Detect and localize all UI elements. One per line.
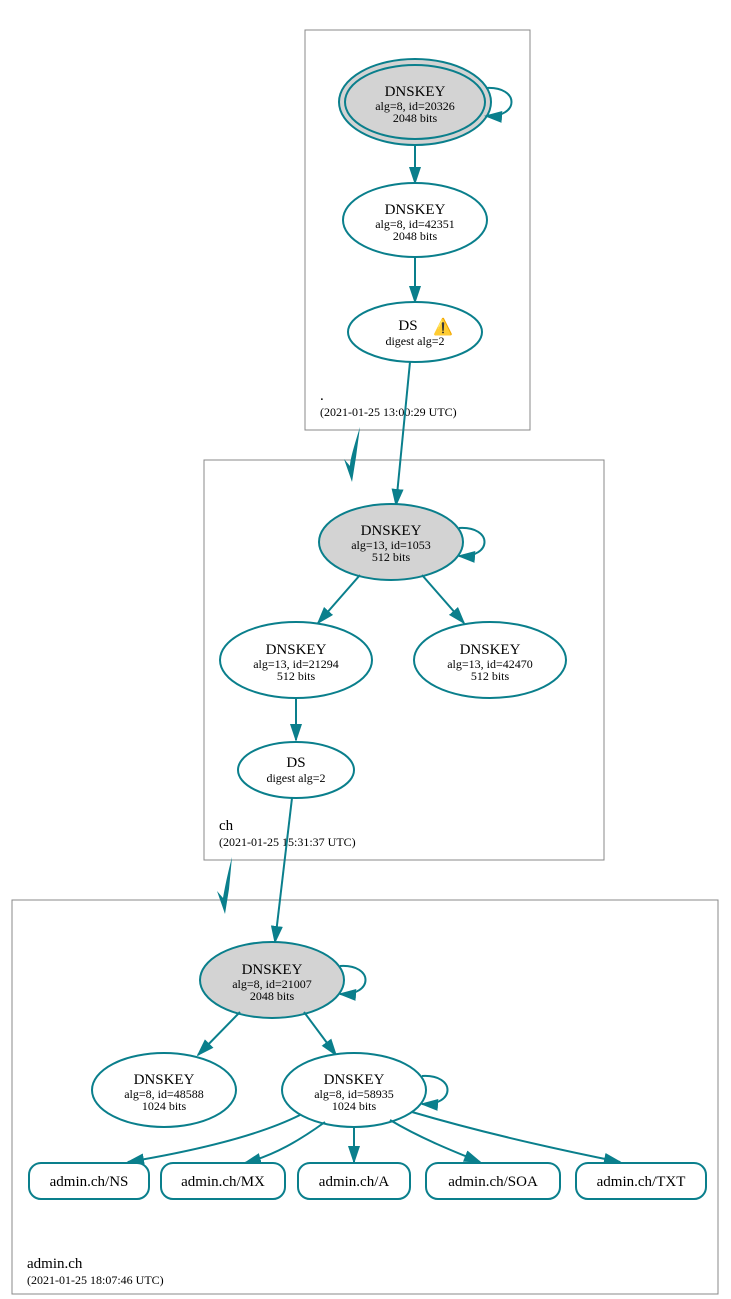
rrset-soa: admin.ch/SOA (426, 1163, 560, 1199)
svg-text:admin.ch/SOA: admin.ch/SOA (448, 1174, 538, 1190)
node-admin-ksk: DNSKEY alg=8, id=21007 2048 bits (200, 942, 344, 1018)
svg-text:admin.ch/NS: admin.ch/NS (50, 1174, 129, 1190)
edge-ch-to-admin-thick (217, 857, 232, 914)
svg-text:512 bits: 512 bits (471, 669, 510, 683)
svg-text:DNSKEY: DNSKEY (385, 84, 446, 100)
edge-admin-ksk-zsk2 (304, 1012, 336, 1055)
rrset-txt: admin.ch/TXT (576, 1163, 706, 1199)
rrset-ns: admin.ch/NS (29, 1163, 149, 1199)
zone-root-ts: (2021-01-25 13:00:29 UTC) (320, 405, 457, 419)
node-root-ds: DS ⚠️ digest alg=2 (348, 302, 482, 362)
edge-admin-ksk-zsk1 (198, 1012, 240, 1055)
zone-admin-name: admin.ch (27, 1256, 83, 1272)
svg-text:digest alg=2: digest alg=2 (266, 771, 325, 785)
svg-text:DNSKEY: DNSKEY (134, 1072, 195, 1088)
rrset-a: admin.ch/A (298, 1163, 410, 1199)
svg-text:1024 bits: 1024 bits (142, 1099, 187, 1113)
svg-text:DNSKEY: DNSKEY (361, 523, 422, 539)
svg-text:DNSKEY: DNSKEY (324, 1072, 385, 1088)
svg-text:2048 bits: 2048 bits (393, 229, 438, 243)
edge-root-ds-ch-ksk (396, 362, 410, 505)
rrset-mx: admin.ch/MX (161, 1163, 285, 1199)
zone-ch-name: ch (219, 818, 234, 834)
svg-text:DNSKEY: DNSKEY (242, 962, 303, 978)
node-ch-ds: DS digest alg=2 (238, 742, 354, 798)
svg-text:DS: DS (398, 318, 417, 334)
edge-ch-ksk-zsk1 (318, 575, 360, 623)
node-ch-ksk: DNSKEY alg=13, id=1053 512 bits (319, 504, 463, 580)
edge-ch-ksk-zsk2 (422, 575, 464, 623)
svg-text:2048 bits: 2048 bits (250, 989, 295, 1003)
svg-text:admin.ch/TXT: admin.ch/TXT (597, 1174, 686, 1190)
node-root-ksk: DNSKEY alg=8, id=20326 2048 bits (339, 59, 491, 145)
zone-root-name: . (320, 388, 324, 404)
svg-text:DNSKEY: DNSKEY (385, 202, 446, 218)
node-ch-zsk1: DNSKEY alg=13, id=21294 512 bits (220, 622, 372, 698)
edge-to-mx (245, 1122, 325, 1163)
svg-text:admin.ch/MX: admin.ch/MX (181, 1174, 265, 1190)
zone-admin-ts: (2021-01-25 18:07:46 UTC) (27, 1273, 164, 1287)
svg-text:DNSKEY: DNSKEY (266, 642, 327, 658)
node-admin-zsk1: DNSKEY alg=8, id=48588 1024 bits (92, 1053, 236, 1127)
svg-text:digest alg=2: digest alg=2 (385, 334, 444, 348)
svg-text:1024 bits: 1024 bits (332, 1099, 377, 1113)
svg-text:admin.ch/A: admin.ch/A (319, 1174, 390, 1190)
svg-text:512 bits: 512 bits (277, 669, 316, 683)
svg-text:DS: DS (286, 755, 305, 771)
node-ch-zsk2: DNSKEY alg=13, id=42470 512 bits (414, 622, 566, 698)
edge-to-txt (412, 1112, 620, 1162)
edge-ch-ds-admin-ksk (275, 798, 292, 942)
svg-text:DNSKEY: DNSKEY (460, 642, 521, 658)
edge-root-to-ch-thick (344, 427, 360, 482)
svg-text:512 bits: 512 bits (372, 550, 411, 564)
svg-text:2048 bits: 2048 bits (393, 111, 438, 125)
dnssec-diagram: . (2021-01-25 13:00:29 UTC) DNSKEY alg=8… (0, 0, 731, 1299)
node-root-zsk: DNSKEY alg=8, id=42351 2048 bits (343, 183, 487, 257)
node-admin-zsk2: DNSKEY alg=8, id=58935 1024 bits (282, 1053, 426, 1127)
